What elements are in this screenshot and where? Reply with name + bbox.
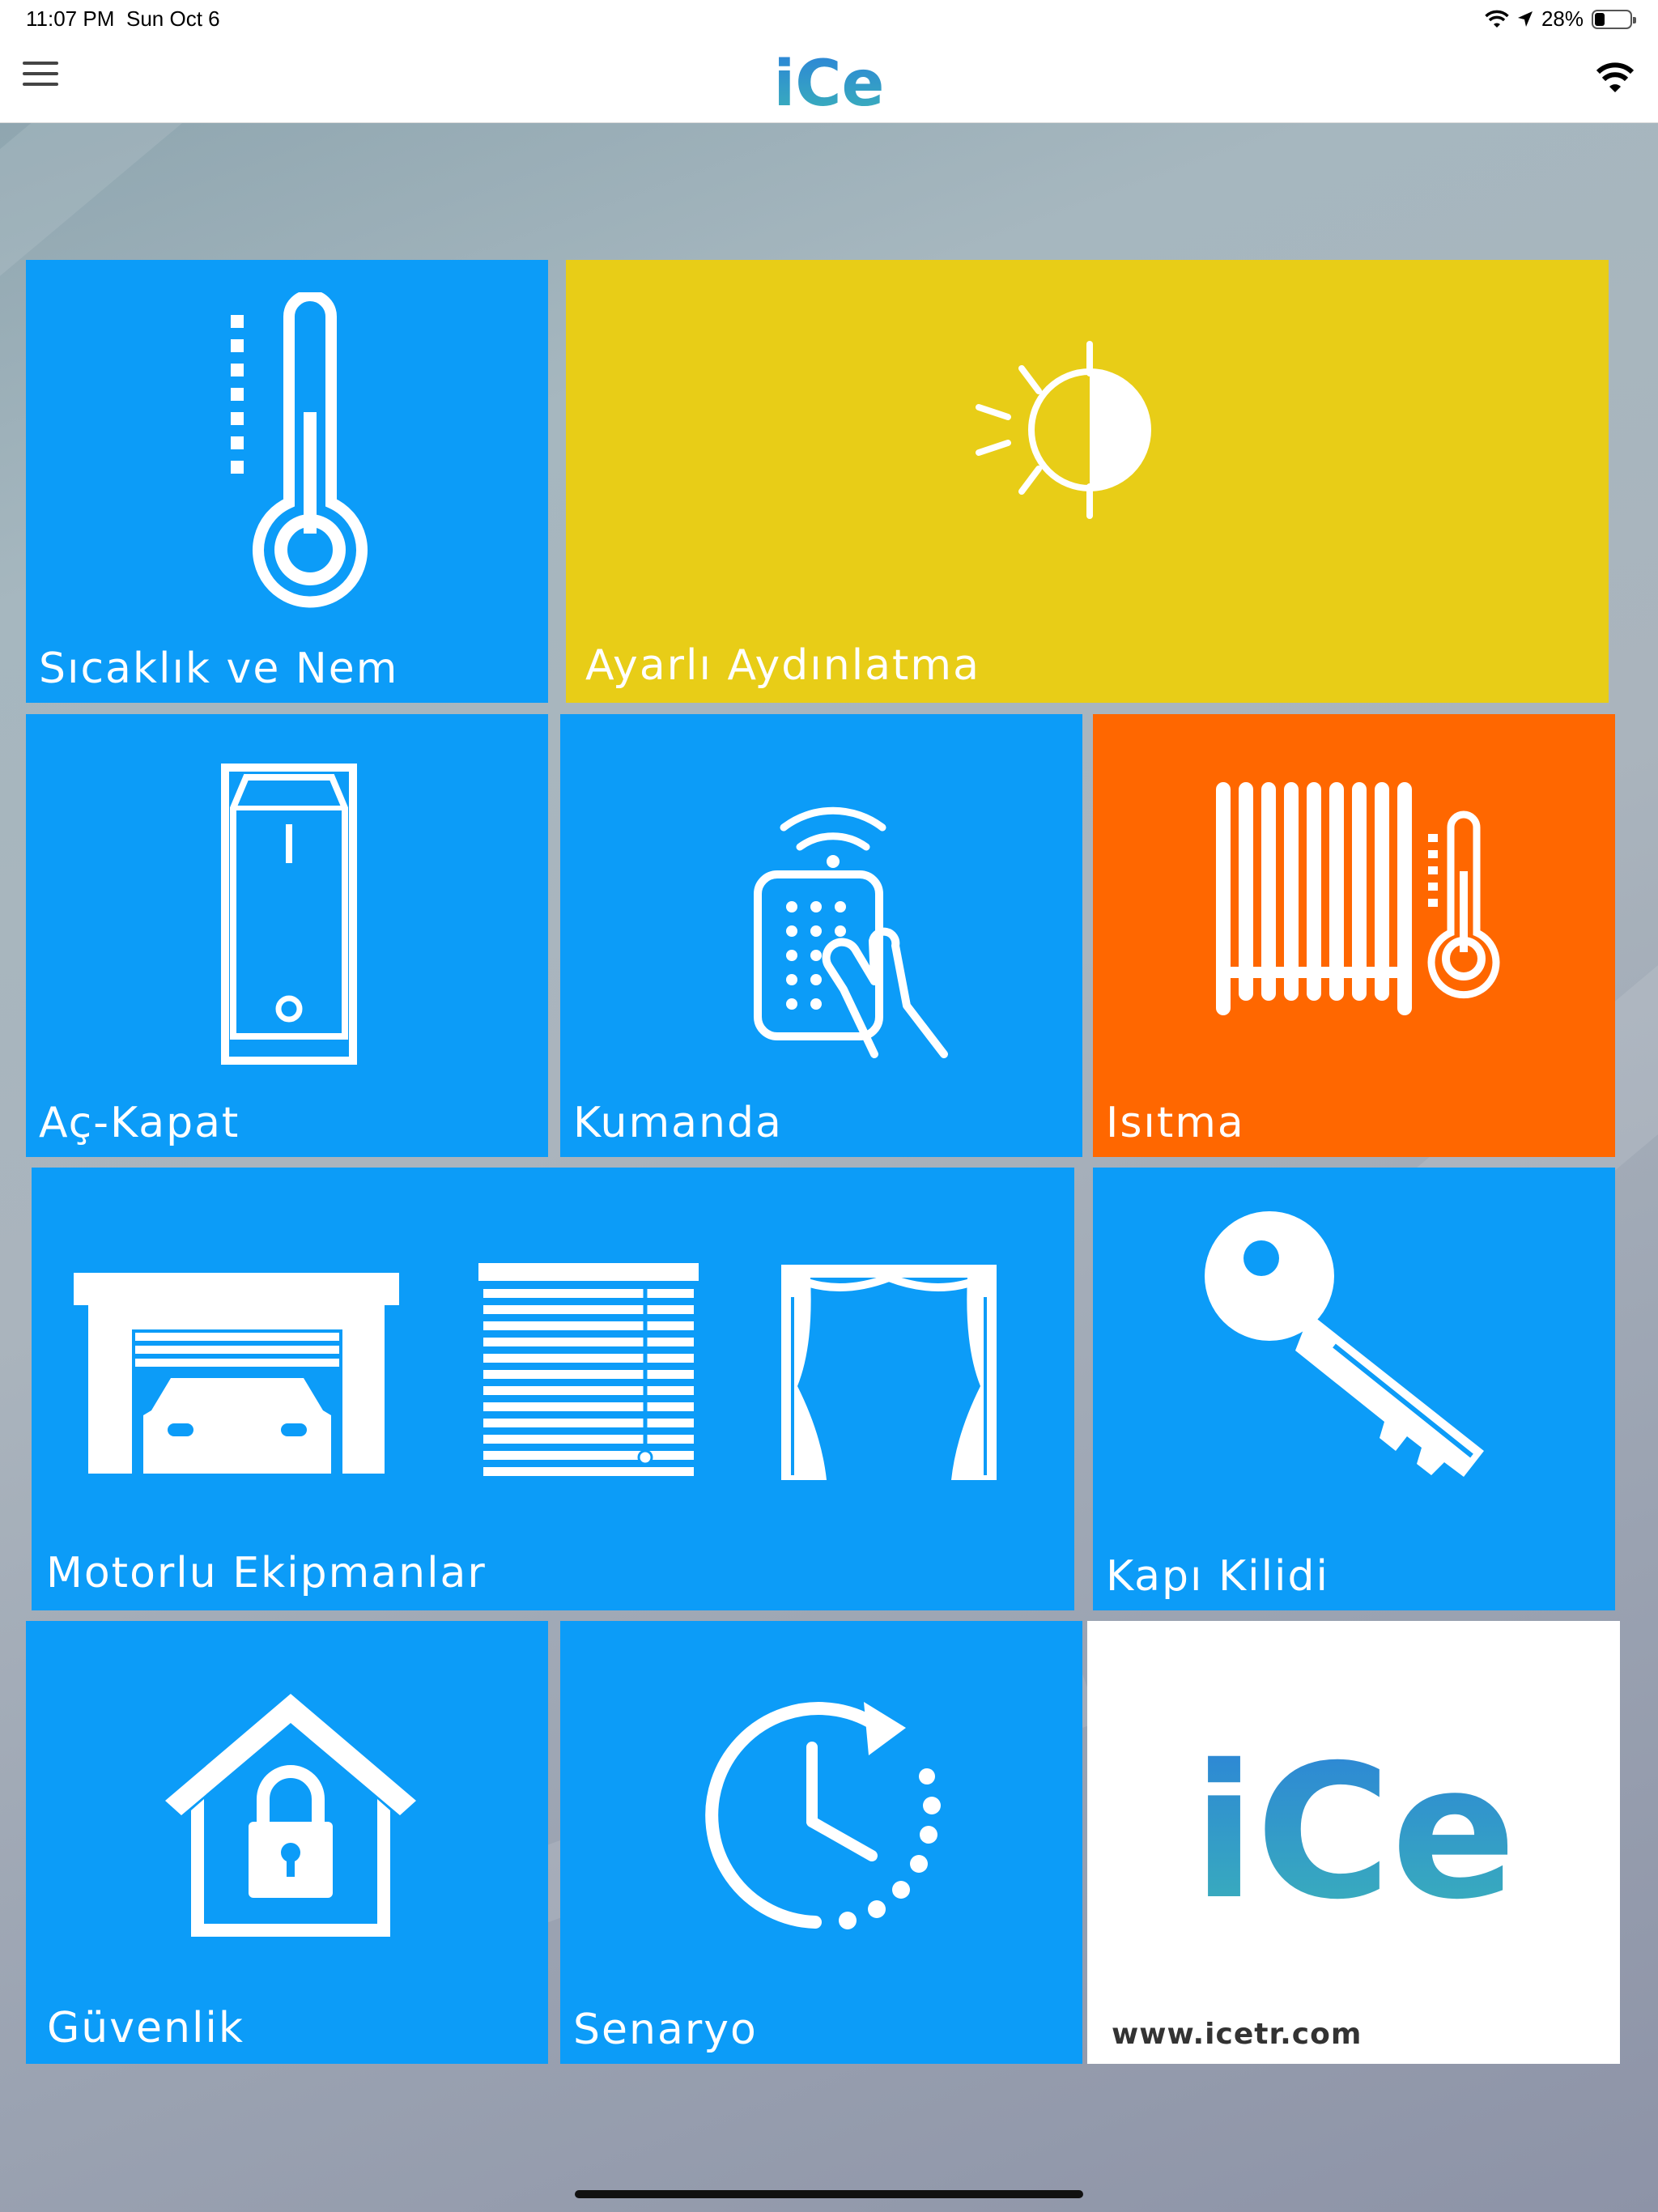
clock-cycle-icon <box>705 1702 941 1929</box>
battery-fill <box>1595 12 1605 26</box>
tile-temperature-humidity[interactable]: Sıcaklık ve Nem <box>26 260 548 703</box>
status-bar: 11:07 PM Sun Oct 6 28% <box>0 0 1658 37</box>
tile-on-off[interactable]: Aç-Kapat <box>26 714 548 1157</box>
tile-label: Kumanda <box>573 1099 783 1147</box>
tile-label: Ayarlı Aydınlatma <box>585 641 980 690</box>
battery-percent: 28% <box>1541 6 1584 31</box>
tile-label: Senaryo <box>573 2006 758 2054</box>
key-icon <box>1205 1211 1484 1477</box>
tile-label: Kapı Kilidi <box>1106 1552 1329 1601</box>
wifi-icon[interactable] <box>1595 58 1635 99</box>
ice-logo: iCe <box>774 48 885 118</box>
nav-bar: iCe <box>0 37 1658 123</box>
radiator-icon <box>1216 782 1500 1015</box>
tile-label: Aç-Kapat <box>39 1099 240 1147</box>
thermometer-icon <box>231 292 368 608</box>
tile-motorized-equipment[interactable]: Motorlu Ekipmanlar <box>32 1168 1074 1610</box>
status-time: 11:07 PM <box>26 6 115 31</box>
tile-scenario[interactable]: Senaryo <box>560 1621 1082 2064</box>
tile-remote-control[interactable]: Kumanda <box>560 714 1082 1157</box>
tile-security[interactable]: Güvenlik <box>26 1621 548 2064</box>
wifi-status-icon <box>1485 10 1509 28</box>
ice-brand-logo: iCe <box>1192 1734 1516 1929</box>
home-indicator[interactable] <box>575 2190 1083 2198</box>
tile-label: Motorlu Ekipmanlar <box>46 1549 487 1597</box>
dimmer-sun-icon <box>976 341 1151 519</box>
tile-label: Güvenlik <box>47 2004 244 2052</box>
tile-label: Isıtma <box>1106 1099 1245 1147</box>
location-arrow-icon <box>1517 11 1533 27</box>
status-right: 28% <box>1485 6 1636 32</box>
battery-icon <box>1592 9 1636 29</box>
window-blinds-icon <box>478 1263 699 1476</box>
nav-logo-text: iCe <box>774 48 885 118</box>
curtain-icon <box>781 1265 997 1480</box>
tile-label: Sıcaklık ve Nem <box>39 644 399 693</box>
brand-url[interactable]: www.icetr.com <box>1112 2018 1362 2051</box>
tile-brand[interactable]: iCe www.icetr.com <box>1087 1621 1620 2064</box>
house-lock-icon <box>165 1694 416 1937</box>
tile-dimmable-lighting[interactable]: Ayarlı Aydınlatma <box>566 260 1609 703</box>
tile-heating[interactable]: Isıtma <box>1093 714 1615 1157</box>
tile-door-lock[interactable]: Kapı Kilidi <box>1093 1168 1615 1610</box>
brand-logo-text: iCe <box>1192 1734 1516 1929</box>
remote-control-icon <box>754 806 948 1058</box>
rocker-switch-icon <box>221 764 357 1065</box>
garage-door-icon <box>74 1273 399 1474</box>
status-date: Sun Oct 6 <box>126 6 220 31</box>
hamburger-menu-icon[interactable] <box>23 62 58 94</box>
